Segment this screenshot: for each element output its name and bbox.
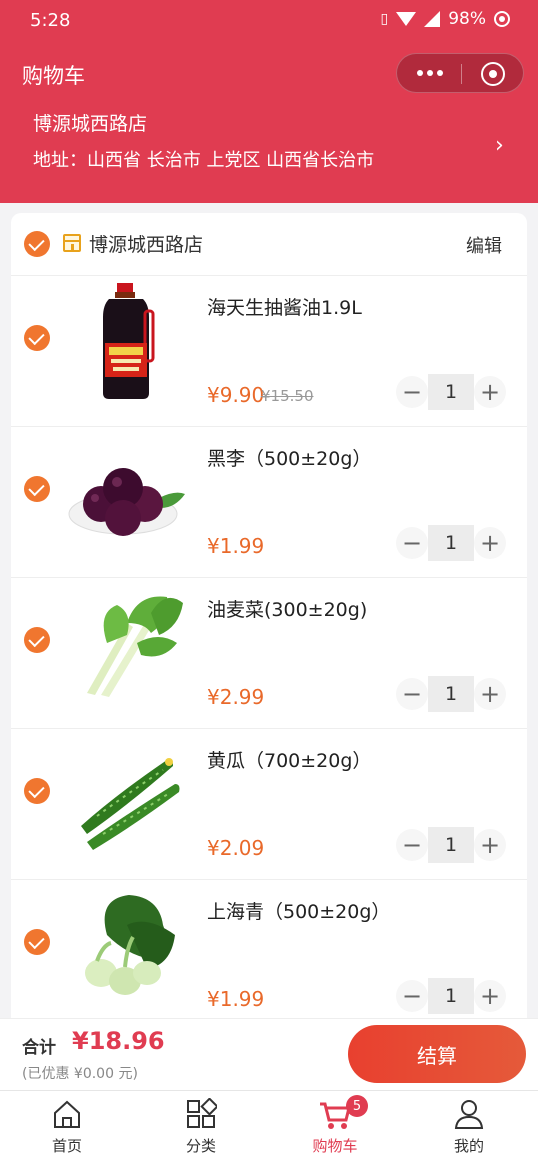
cart-item: 黑李（500±20g） ¥1.99 − 1 + [11,426,527,578]
minus-button[interactable]: − [396,527,428,559]
home-icon [54,1100,80,1128]
product-image-lettuce[interactable] [67,583,185,703]
item-name: 海天生抽酱油1.9L [207,297,362,319]
cart-item: 油麦菜(300±20g) ¥2.99 − 1 + [11,577,527,729]
item-price: ¥2.09 [207,836,265,860]
tab-profile[interactable]: 我的 [402,1091,536,1162]
page-title: 购物车 [22,64,85,88]
product-image-soy-sauce[interactable] [67,281,185,401]
header-store-name[interactable]: 博源城西路店 [33,109,147,136]
item-select-checkbox[interactable] [24,778,50,804]
tab-label: 首页 [51,1137,82,1155]
address-text: 山西省 长治市 上党区 山西省长治市 [87,150,375,171]
capsule-divider [461,64,462,84]
tab-label: 购物车 [312,1137,358,1155]
quantity-value[interactable]: 1 [428,978,474,1014]
cart-badge: 5 [346,1095,368,1117]
quantity-stepper: − 1 + [396,978,506,1014]
more-icon[interactable] [415,62,445,84]
minus-button[interactable]: − [396,980,428,1012]
plus-button[interactable]: + [474,527,506,559]
chevron-right-icon[interactable]: › [495,133,504,158]
plus-button[interactable]: + [474,678,506,710]
item-price: ¥2.99 [207,685,265,709]
total-label: 合计 [22,1038,56,1058]
tab-home[interactable]: 首页 [0,1091,134,1162]
total-value: ¥18.96 [72,1027,165,1055]
item-name: 上海青（500±20g） [207,901,391,923]
cart-item: 黄瓜（700±20g） ¥2.09 − 1 + [11,728,527,880]
store-name: 博源城西路店 [89,234,204,256]
record-icon [494,11,510,27]
product-image-cucumber[interactable] [67,734,185,854]
status-icons: ▯ 98% [380,9,510,29]
product-image-plums[interactable] [67,432,185,552]
category-icon [187,1098,217,1128]
status-bar: 5:28 ▯ 98% [0,0,538,40]
quantity-value[interactable]: 1 [428,374,474,410]
minus-button[interactable]: − [396,678,428,710]
quantity-value[interactable]: 1 [428,676,474,712]
plus-button[interactable]: + [474,980,506,1012]
minus-button[interactable]: − [396,376,428,408]
tab-label: 分类 [185,1137,216,1155]
address-row[interactable]: 地址： 山西省 长治市 上党区 山西省长治市 [33,146,374,172]
store-select-checkbox[interactable] [24,231,50,257]
product-image-bok-choy[interactable] [67,885,185,1005]
tab-bar: 首页 分类 5 购物车 我的 [0,1090,538,1162]
tab-label: 我的 [453,1137,484,1155]
status-time: 5:28 [30,10,71,31]
checkout-bar: 合计 ¥18.96 (已优惠 ¥0.00 元) 结算 [0,1018,538,1091]
address-label: 地址： [33,150,87,171]
signal-icon [424,11,441,27]
phone-screen: 5:28 ▯ 98% 购物车 博源城西路店 地址： 山西省 长治市 上党区 山西… [0,0,538,1162]
close-icon[interactable] [481,62,505,86]
item-select-checkbox[interactable] [24,476,50,502]
store-icon [63,234,81,252]
vibrate-icon: ▯ [380,11,389,27]
plus-button[interactable]: + [474,376,506,408]
quantity-stepper: − 1 + [396,827,506,863]
store-row: 博源城西路店 编辑 [11,213,527,276]
item-price: ¥1.99 [207,987,265,1011]
checkout-button[interactable]: 结算 [348,1025,526,1083]
battery-text: 98% [448,9,486,29]
item-select-checkbox[interactable] [24,627,50,653]
tab-category[interactable]: 分类 [134,1091,268,1162]
item-name: 黄瓜（700±20g） [207,750,372,772]
tab-cart[interactable]: 5 购物车 [268,1091,402,1162]
quantity-value[interactable]: 1 [428,525,474,561]
cart-item: 海天生抽酱油1.9L ¥9.90 ¥15.50 − 1 + [11,275,527,427]
item-name: 油麦菜(300±20g) [207,599,368,621]
mini-program-capsule [396,53,524,93]
quantity-stepper: − 1 + [396,374,506,410]
wifi-icon [396,12,417,26]
quantity-stepper: − 1 + [396,676,506,712]
item-original-price: ¥15.50 [261,387,314,405]
quantity-stepper: − 1 + [396,525,506,561]
user-icon [454,1100,484,1129]
item-name: 黑李（500±20g） [207,448,372,470]
cart-item: 上海青（500±20g） ¥1.99 − 1 + [11,879,527,1028]
plus-button[interactable]: + [474,829,506,861]
cart-card: 博源城西路店 编辑 海天生抽酱油1.9L ¥9.90 ¥15.50 − 1 + … [11,213,527,1028]
item-price: ¥9.90 [207,383,265,407]
edit-button[interactable]: 编辑 [466,232,502,258]
item-select-checkbox[interactable] [24,325,50,351]
header: 5:28 ▯ 98% 购物车 博源城西路店 地址： 山西省 长治市 上党区 山西… [0,0,538,203]
quantity-value[interactable]: 1 [428,827,474,863]
minus-button[interactable]: − [396,829,428,861]
item-price: ¥1.99 [207,534,265,558]
item-select-checkbox[interactable] [24,929,50,955]
discount-text: (已优惠 ¥0.00 元) [22,1066,138,1082]
